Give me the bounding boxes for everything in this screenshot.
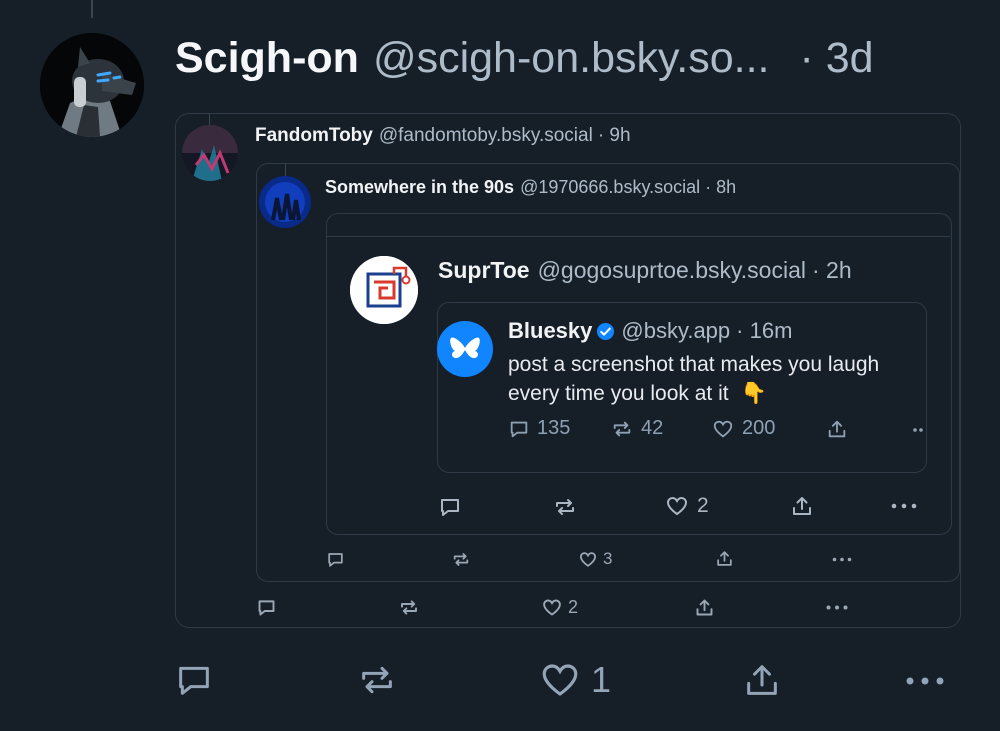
thread-connector-small-2 <box>285 163 286 176</box>
ellipsis-icon <box>832 557 852 562</box>
quote-header-bluesky: Bluesky @bsky.app · 16m <box>508 317 792 345</box>
quote-header-somewhere90s: Somewhere in the 90s @1970666.bsky.socia… <box>325 176 736 198</box>
repost-icon <box>613 421 631 436</box>
author-avatar[interactable] <box>40 33 144 137</box>
reply-button[interactable] <box>438 495 462 519</box>
quote-author-name[interactable]: FandomToby <box>255 124 373 148</box>
author-name[interactable]: Scigh-on <box>175 30 359 86</box>
reply-icon <box>179 666 209 695</box>
quote-post-text: post a screenshot that makes you laugh e… <box>508 350 918 408</box>
suprtoe-logo-icon <box>350 256 418 324</box>
share-icon <box>696 599 713 616</box>
ellipsis-icon <box>891 503 917 509</box>
quote-author-avatar-bluesky[interactable] <box>437 321 493 377</box>
quote-author-name[interactable]: Somewhere in the 90s <box>325 176 514 198</box>
post-header: Scigh-on @scigh-on.bsky.so... · 3d <box>175 30 874 86</box>
more-options-button[interactable] <box>912 427 924 433</box>
reply-icon <box>258 600 275 616</box>
like-button[interactable]: 3 <box>578 549 612 569</box>
like-button[interactable]: 2 <box>664 494 709 518</box>
like-count: 2 <box>568 597 579 617</box>
share-button[interactable] <box>826 418 848 440</box>
quote-author-handle[interactable]: @bsky.app <box>621 317 730 345</box>
share-button[interactable] <box>694 597 715 618</box>
thread-connector-line <box>91 0 93 18</box>
reply-icon <box>510 421 528 437</box>
quote-timestamp[interactable]: · 9h <box>598 124 631 148</box>
repost-button[interactable] <box>356 660 398 700</box>
more-options-button[interactable] <box>891 503 917 509</box>
post-text-line-1: post a screenshot that makes you laugh <box>508 353 880 376</box>
post-timestamp[interactable]: · 3d <box>800 30 874 86</box>
post-text-line-2: every time you look at it <box>508 382 729 405</box>
quote-header-suprtoe: SuprToe @gogosuprtoe.bsky.social · 2h <box>438 256 852 284</box>
heart-icon <box>713 420 733 437</box>
like-button[interactable]: 1 <box>539 659 611 701</box>
quote-timestamp[interactable]: · 2h <box>812 256 852 284</box>
heart-icon <box>542 664 578 696</box>
like-button[interactable]: 200 <box>711 417 775 440</box>
more-options-button[interactable] <box>905 676 945 686</box>
pointing-down-emoji: 👇 <box>740 382 767 405</box>
reply-button[interactable] <box>256 597 277 618</box>
repost-icon <box>401 600 417 615</box>
share-icon <box>747 665 777 695</box>
share-icon <box>793 497 811 515</box>
fandomtoby-avatar-image <box>182 125 238 181</box>
author-handle[interactable]: @scigh-on.bsky.so... <box>373 30 770 86</box>
repost-count: 42 <box>641 417 664 439</box>
heart-icon <box>580 551 596 567</box>
quote-author-avatar-somewhere90s[interactable] <box>259 176 311 228</box>
quote-timestamp[interactable]: · 16m <box>736 317 792 345</box>
quote-author-avatar-suprtoe[interactable] <box>350 256 418 324</box>
ellipsis-icon <box>826 605 848 610</box>
reply-button[interactable] <box>174 660 214 700</box>
quote-author-name[interactable]: Bluesky <box>508 317 592 345</box>
quote-author-handle[interactable]: @fandomtoby.bsky.social <box>379 124 593 148</box>
like-button[interactable]: 2 <box>541 597 578 618</box>
share-icon <box>828 420 846 438</box>
share-button[interactable] <box>742 660 782 700</box>
quote-author-name[interactable]: SuprToe <box>438 256 530 284</box>
more-options-button[interactable] <box>826 605 848 610</box>
share-button[interactable] <box>715 549 734 568</box>
quote-timestamp[interactable]: · 8h <box>705 176 736 198</box>
reply-button[interactable] <box>326 550 345 569</box>
ellipsis-icon <box>913 428 923 432</box>
reply-button[interactable]: 135 <box>508 417 570 440</box>
ellipsis-icon <box>906 677 944 685</box>
share-button[interactable] <box>790 494 814 518</box>
furry-avatar-illustration <box>40 33 144 137</box>
heart-icon <box>543 599 561 616</box>
heart-icon <box>666 496 688 516</box>
share-icon <box>717 551 732 566</box>
repost-icon <box>556 499 574 515</box>
like-count: 200 <box>742 417 776 439</box>
repost-button[interactable] <box>552 495 578 519</box>
repost-button[interactable] <box>398 597 420 618</box>
quote-author-avatar-fandomtoby[interactable] <box>182 125 238 181</box>
quote-card-divider <box>327 236 950 237</box>
butterfly-logo-icon <box>450 337 480 359</box>
more-options-button[interactable] <box>832 557 852 562</box>
quote-author-handle[interactable]: @1970666.bsky.social <box>520 176 700 198</box>
reply-icon <box>328 553 343 567</box>
like-count: 3 <box>603 549 613 568</box>
repost-icon <box>453 553 469 566</box>
verified-badge-icon <box>596 320 615 348</box>
quote-author-handle[interactable]: @gogosuprtoe.bsky.social <box>538 256 806 284</box>
thread-connector-small <box>209 113 210 125</box>
somewhere90s-avatar-image <box>259 176 311 228</box>
repost-icon <box>362 666 392 694</box>
reply-count: 135 <box>537 417 571 439</box>
reply-icon <box>441 499 459 516</box>
quote-header-fandomtoby: FandomToby @fandomtoby.bsky.social · 9h <box>255 124 631 148</box>
repost-button[interactable] <box>451 550 471 569</box>
like-count: 1 <box>591 659 612 700</box>
repost-button[interactable]: 42 <box>610 417 663 440</box>
like-count: 2 <box>697 494 709 517</box>
